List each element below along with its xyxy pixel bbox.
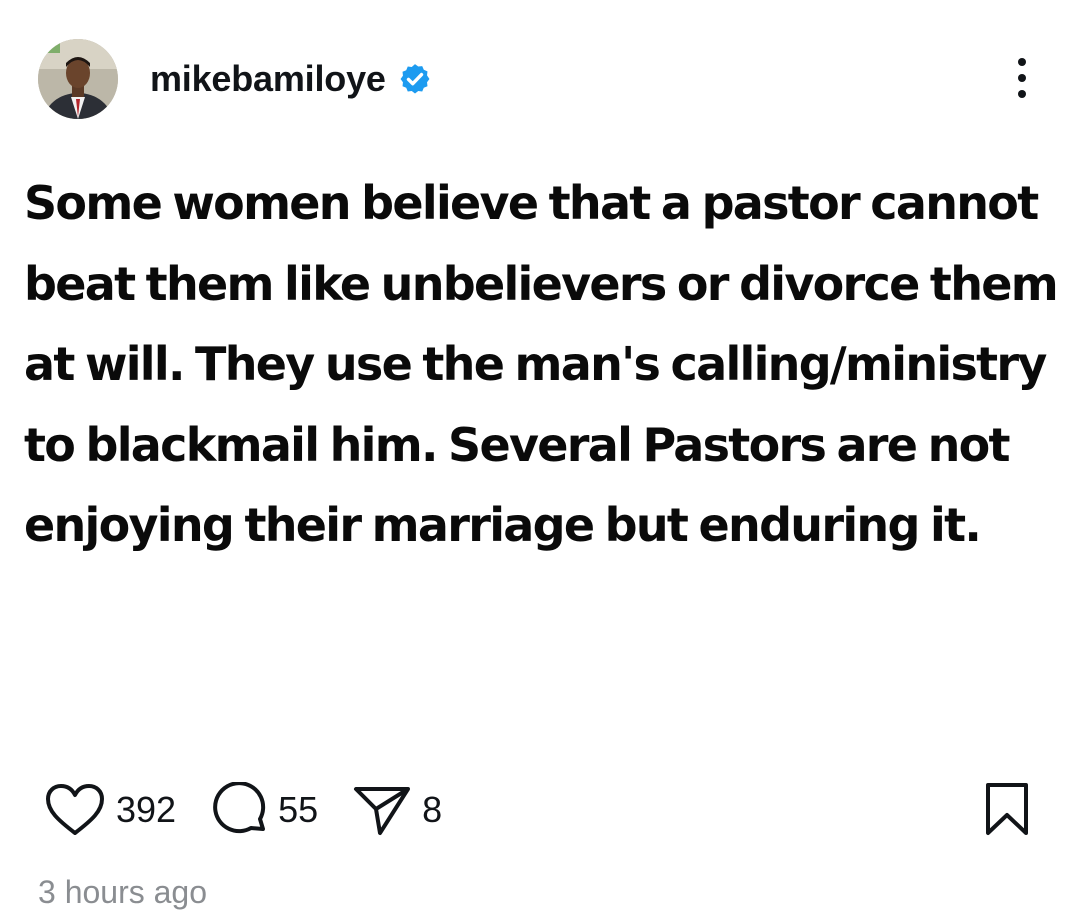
like-button[interactable]: 392 (44, 783, 176, 837)
heart-icon (46, 784, 104, 835)
more-options-button[interactable] (1000, 54, 1044, 102)
timestamp: 3 hours ago (38, 874, 208, 910)
verified-badge-icon (400, 64, 430, 94)
bookmark-icon (986, 783, 1028, 835)
action-bar: 392 55 8 (44, 780, 442, 840)
like-count: 392 (116, 789, 177, 830)
comment-count: 55 (278, 789, 319, 830)
send-icon (354, 787, 411, 835)
avatar-image (38, 39, 118, 119)
share-count: 8 (422, 789, 443, 830)
share-button[interactable]: 8 (352, 783, 442, 837)
author-row: mikebamiloye (150, 56, 432, 102)
bookmark-button[interactable] (980, 780, 1034, 838)
post-text: Some women believe that a pastor cannot … (24, 176, 1059, 552)
post-card: mikebamiloye Some women believe that a p… (0, 0, 1080, 924)
comment-button[interactable]: 55 (210, 782, 318, 838)
avatar[interactable] (38, 39, 118, 119)
more-vertical-icon (1018, 58, 1026, 98)
comment-bubble-icon (213, 782, 266, 834)
username[interactable]: mikebamiloye (150, 58, 386, 100)
